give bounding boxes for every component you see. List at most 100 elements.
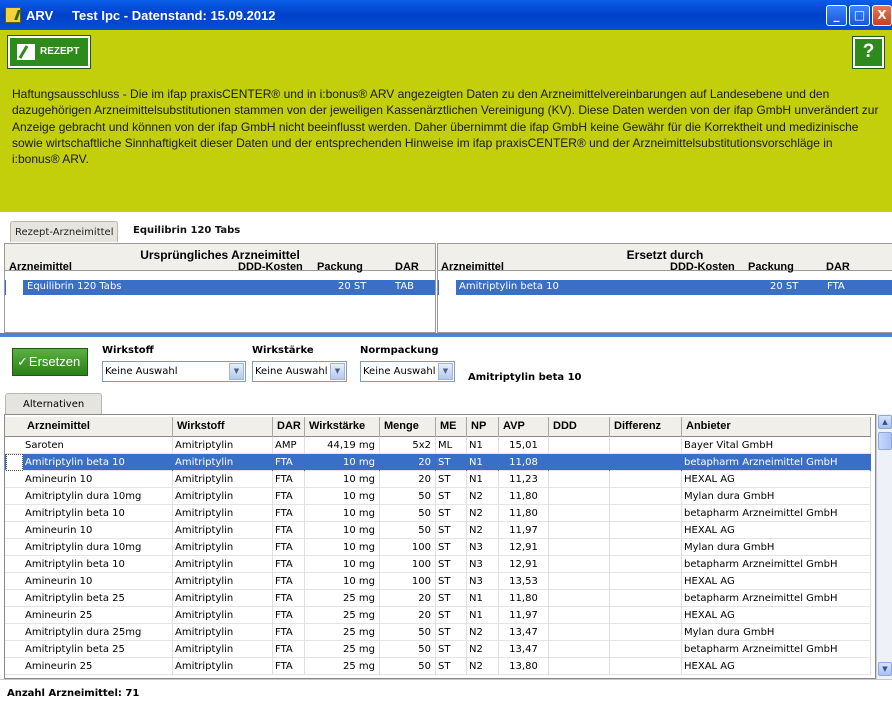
minimize-button[interactable]: _	[826, 5, 847, 26]
cell-me: ST	[436, 556, 467, 573]
tab-alternativen[interactable]: Alternativen	[5, 393, 102, 414]
column-header-ddd[interactable]: DDD	[549, 417, 610, 437]
row-selector[interactable]	[6, 437, 23, 454]
row-selector[interactable]	[6, 573, 23, 590]
rezept-button[interactable]: REZEPT	[7, 35, 91, 69]
cell-menge: 20	[380, 607, 436, 624]
table-row[interactable]: Amineurin 10 Amitriptylin FTA 10 mg 50 ST N2 11…	[5, 522, 871, 539]
ersetzen-button[interactable]: ✓Ersetzen	[12, 348, 88, 376]
normpackung-select[interactable]: Keine Auswahl ▼	[360, 361, 455, 382]
app-logo-icon	[5, 7, 21, 23]
cell-avp: 11,97	[499, 607, 549, 624]
column-header-anbieter[interactable]: Anbieter	[682, 417, 871, 437]
original-drug-name: Equilibrin 120 Tabs	[27, 281, 122, 292]
table-row[interactable]: Amitriptylin beta 25 Amitriptylin FTA 25 mg…	[5, 641, 871, 658]
tab-rezept-arzneimittel[interactable]: Rezept-Arzneimittel	[10, 221, 119, 242]
cell-anbieter: betapharm Arzneimittel GmbH	[682, 454, 871, 471]
wirkstoff-select[interactable]: Keine Auswahl ▼	[102, 361, 246, 382]
cell-me: ML	[436, 437, 467, 454]
row-selector[interactable]	[6, 590, 23, 607]
cell-np: N1	[467, 607, 499, 624]
cell-np: N2	[467, 505, 499, 522]
column-header-me[interactable]: ME	[436, 417, 467, 437]
selected-drug-name: Amitriptylin beta 10	[468, 372, 582, 383]
cell-wirkstaerke: 10 mg	[305, 471, 380, 488]
table-row[interactable]: Amitriptylin beta 10 Amitriptylin FTA 10 mg…	[5, 454, 871, 471]
cell-avp: 13,53	[499, 573, 549, 590]
table-row[interactable]: Amitriptylin dura 10mg Amitriptylin FTA 10 …	[5, 488, 871, 505]
cell-differenz	[610, 437, 682, 454]
wirkstaerke-select[interactable]: Keine Auswahl ▼	[252, 361, 347, 382]
cell-menge: 50	[380, 488, 436, 505]
column-header-np[interactable]: NP	[467, 417, 499, 437]
table-row[interactable]: Amitriptylin dura 25mg Amitriptylin FTA 25 …	[5, 624, 871, 641]
row-selector[interactable]	[6, 641, 23, 658]
table-row[interactable]: Amitriptylin beta 10 Amitriptylin FTA 10 mg…	[5, 505, 871, 522]
rezept-button-label: REZEPT	[40, 46, 80, 57]
table-row[interactable]: Amitriptylin beta 25 Amitriptylin FTA 25 mg…	[5, 590, 871, 607]
row-selector[interactable]	[6, 471, 23, 488]
row-selector[interactable]	[6, 539, 23, 556]
maximize-button[interactable]: □	[849, 5, 870, 26]
replacement-drug-panel: Ersetzt durch Arzneimittel DDD-Kosten Pa…	[437, 243, 892, 333]
table-row[interactable]: Amitriptylin beta 10 Amitriptylin FTA 10 mg…	[5, 556, 871, 573]
cell-ddd	[549, 573, 610, 590]
help-button[interactable]: ?	[852, 36, 885, 69]
column-header-wirkstaerke[interactable]: Wirkstärke	[305, 417, 380, 437]
row-selector[interactable]	[6, 454, 23, 471]
column-header-menge[interactable]: Menge	[380, 417, 436, 437]
cell-arzneimittel: Amitriptylin beta 10	[23, 454, 173, 471]
replacement-drug-title: Ersetzt durch	[626, 248, 704, 262]
close-button[interactable]: X	[872, 5, 892, 26]
cell-wirkstoff: Amitriptylin	[173, 488, 273, 505]
cell-avp: 11,80	[499, 488, 549, 505]
row-selector[interactable]	[6, 522, 23, 539]
cell-differenz	[610, 505, 682, 522]
table-row[interactable]: Amineurin 10 Amitriptylin FTA 10 mg 100 ST N3 1…	[5, 573, 871, 590]
cell-wirkstaerke: 10 mg	[305, 573, 380, 590]
table-row[interactable]: Amineurin 10 Amitriptylin FTA 10 mg 20 ST N1 11…	[5, 471, 871, 488]
window-title: Test Ipc - Datenstand: 15.09.2012	[72, 8, 276, 23]
cell-me: ST	[436, 658, 467, 675]
cell-arzneimittel: Amineurin 10	[23, 573, 173, 590]
scroll-down-icon[interactable]: ▼	[878, 662, 892, 676]
row-selector[interactable]	[6, 556, 23, 573]
original-drug-row[interactable]: Equilibrin 120 Tabs 20 ST TAB	[5, 280, 435, 295]
column-header-wirkstoff[interactable]: Wirkstoff	[173, 417, 273, 437]
row-selector[interactable]	[6, 624, 23, 641]
ersetzen-button-label: Ersetzen	[28, 354, 81, 369]
cell-differenz	[610, 607, 682, 624]
cell-anbieter: betapharm Arzneimittel GmbH	[682, 641, 871, 658]
table-row[interactable]: Amineurin 25 Amitriptylin FTA 25 mg 20 ST N1 11…	[5, 607, 871, 624]
replacement-drug-row[interactable]: Amitriptylin beta 10 20 ST FTA	[438, 280, 892, 295]
scroll-thumb[interactable]	[878, 432, 892, 450]
column-header-avp[interactable]: AVP	[499, 417, 549, 437]
row-selector[interactable]	[6, 607, 23, 624]
vertical-scrollbar[interactable]: ▲ ▼	[876, 414, 892, 679]
row-selector[interactable]	[6, 505, 23, 522]
replacement-drug-name: Amitriptylin beta 10	[459, 281, 559, 292]
cell-ddd	[549, 437, 610, 454]
cell-wirkstoff: Amitriptylin	[173, 471, 273, 488]
cell-anbieter: Mylan dura GmbH	[682, 488, 871, 505]
cell-anbieter: HEXAL AG	[682, 573, 871, 590]
cell-menge: 20	[380, 454, 436, 471]
cell-dar: AMP	[273, 437, 305, 454]
cell-arzneimittel: Amitriptylin beta 25	[23, 590, 173, 607]
column-header-differenz[interactable]: Differenz	[610, 417, 682, 437]
table-row[interactable]: Amineurin 25 Amitriptylin FTA 25 mg 50 ST N2 13…	[5, 658, 871, 675]
cell-ddd	[549, 658, 610, 675]
column-header-arzneimittel[interactable]: Arzneimittel	[23, 417, 173, 437]
table-row[interactable]: Saroten Amitriptylin AMP 44,19 mg 5x2 ML N1 15,…	[5, 437, 871, 454]
table-row[interactable]: Amitriptylin dura 10mg Amitriptylin FTA 10 …	[5, 539, 871, 556]
column-header-dar[interactable]: DAR	[273, 417, 305, 437]
row-selector[interactable]	[6, 658, 23, 675]
cell-differenz	[610, 471, 682, 488]
cell-wirkstaerke: 25 mg	[305, 641, 380, 658]
cell-avp: 11,23	[499, 471, 549, 488]
row-selector[interactable]	[6, 488, 23, 505]
cell-menge: 50	[380, 624, 436, 641]
cell-anbieter: HEXAL AG	[682, 607, 871, 624]
table-body: Saroten Amitriptylin AMP 44,19 mg 5x2 ML N1 15,…	[5, 437, 871, 675]
scroll-up-icon[interactable]: ▲	[878, 415, 892, 429]
